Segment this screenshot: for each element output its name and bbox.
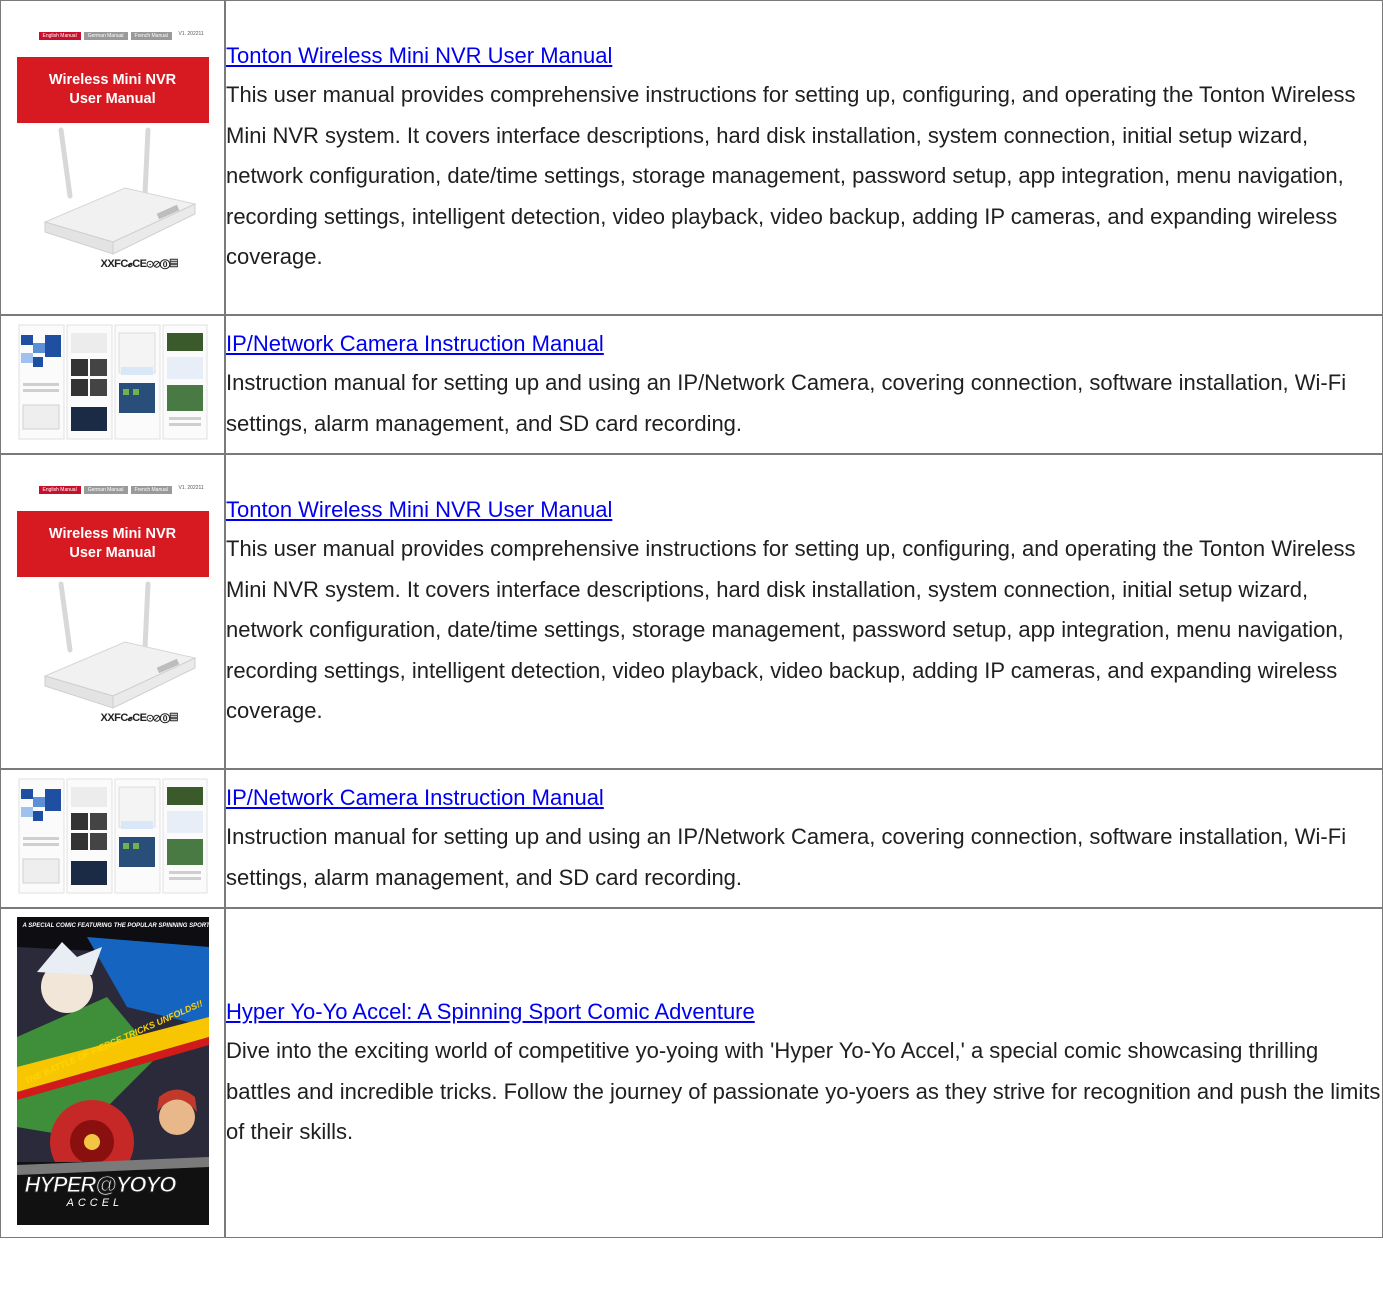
document-row: English Manual German Manual French Manu… [0,454,1383,769]
nvr-device-illustration [43,127,197,255]
document-title-link[interactable]: Tonton Wireless Mini NVR User Manual [226,491,612,529]
comic-top-line: A SPECIAL COMIC FEATURING THE POPULAR SP… [22,922,209,929]
document-description: This user manual provides comprehensive … [226,82,1356,270]
document-description: Instruction manual for setting up and us… [226,370,1347,436]
thumbnail-cell [0,769,225,908]
document-title-link[interactable]: IP/Network Camera Instruction Manual [226,779,604,817]
text-cell: IP/Network Camera Instruction Manual Ins… [225,769,1383,908]
thumbnail-cell: A SPECIAL COMIC FEATURING THE POPULAR SP… [0,908,225,1238]
ip-camera-manual-thumbnail[interactable] [16,777,209,895]
document-title-link[interactable]: IP/Network Camera Instruction Manual [226,325,604,363]
document-description: This user manual provides comprehensive … [226,536,1356,724]
ip-camera-manual-thumbnail[interactable] [16,323,209,441]
thumbnail-cell [0,315,225,454]
document-title-link[interactable]: Hyper Yo-Yo Accel: A Spinning Sport Comi… [226,993,755,1031]
text-cell: Hyper Yo-Yo Accel: A Spinning Sport Comi… [225,908,1383,1238]
comic-logo-main: HYPER@YOYO [24,1171,177,1197]
thumbnail-cell: English Manual German Manual French Manu… [0,0,225,315]
document-description: Instruction manual for setting up and us… [226,824,1347,890]
manual-pages-illustration [16,323,209,441]
comic-logo-sub: ACCEL [66,1196,124,1209]
certification-marks: XXFC𝓮CE⊙⊘⓪▤ [100,712,178,724]
nvr-manual-cover-thumbnail[interactable]: English Manual German Manual French Manu… [16,26,209,284]
certification-marks: XXFC𝓮CE⊙⊘⓪▤ [100,258,178,270]
comic-cover-thumbnail[interactable]: A SPECIAL COMIC FEATURING THE POPULAR SP… [16,916,209,1225]
document-list-table: English Manual German Manual French Manu… [0,0,1383,1238]
thumbnail-cell: English Manual German Manual French Manu… [0,454,225,769]
document-title-link[interactable]: Tonton Wireless Mini NVR User Manual [226,37,612,75]
document-row: A SPECIAL COMIC FEATURING THE POPULAR SP… [0,908,1383,1238]
document-row: English Manual German Manual French Manu… [0,0,1383,315]
text-cell: Tonton Wireless Mini NVR User Manual Thi… [225,454,1383,769]
nvr-device-illustration [43,581,197,709]
text-cell: IP/Network Camera Instruction Manual Ins… [225,315,1383,454]
document-row: IP/Network Camera Instruction Manual Ins… [0,769,1383,908]
nvr-manual-cover-thumbnail[interactable]: English Manual German Manual French Manu… [16,480,209,738]
document-description: Dive into the exciting world of competit… [226,1038,1381,1145]
text-cell: Tonton Wireless Mini NVR User Manual Thi… [225,0,1383,315]
document-row: IP/Network Camera Instruction Manual Ins… [0,315,1383,454]
manual-pages-illustration [16,777,209,895]
